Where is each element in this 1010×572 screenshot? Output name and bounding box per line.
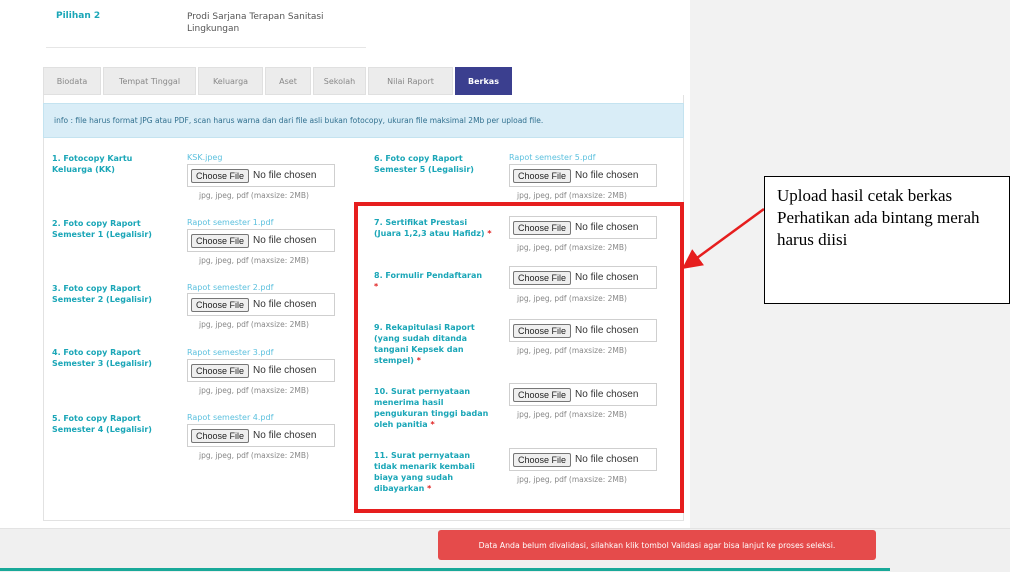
file-link-raport-5[interactable]: Rapot semester 5.pdf: [509, 153, 595, 162]
tab-tempat-tinggal[interactable]: Tempat Tinggal: [103, 67, 196, 95]
tab-sekolah[interactable]: Sekolah: [313, 67, 366, 95]
file-link-raport-1[interactable]: Rapot semester 1.pdf: [187, 218, 273, 227]
file-link-raport-3[interactable]: Rapot semester 3.pdf: [187, 348, 273, 357]
label-raport-1: 2. Foto copy Raport Semester 1 (Legalisi…: [52, 219, 152, 239]
label-raport-2: 3. Foto copy Raport Semester 2 (Legalisi…: [52, 284, 152, 304]
choice-row: Pilihan 2 Prodi Sarjana Terapan Sanitasi…: [46, 8, 366, 48]
footer-accent-line: [0, 568, 890, 571]
choice-label: Pilihan 2: [56, 11, 101, 21]
file-link-raport-4[interactable]: Rapot semester 4.pdf: [187, 413, 273, 422]
validation-toast: Data Anda belum divalidasi, silahkan kli…: [438, 530, 876, 560]
label-raport-3: 4. Foto copy Raport Semester 3 (Legalisi…: [52, 348, 152, 368]
tab-keluarga[interactable]: Keluarga: [198, 67, 263, 95]
hint-kk: jpg, jpeg, pdf (maxsize: 2MB): [199, 191, 309, 200]
hint-raport-1: jpg, jpeg, pdf (maxsize: 2MB): [199, 256, 309, 265]
info-alert: info : file harus format JPG atau PDF, s…: [43, 103, 684, 138]
file-link-raport-2[interactable]: Rapot semester 2.pdf: [187, 283, 273, 292]
choose-file-button[interactable]: Choose File: [191, 168, 250, 183]
file-input-raport-1[interactable]: Choose File No file chosen: [187, 229, 335, 252]
tab-berkas[interactable]: Berkas: [455, 67, 512, 95]
choose-file-button[interactable]: Choose File: [513, 168, 572, 183]
no-file-text: No file chosen: [253, 430, 317, 441]
callout-line-2: Perhatikan ada bintang merah harus diisi: [777, 208, 980, 249]
highlight-box: [354, 202, 684, 513]
file-input-raport-4[interactable]: Choose File No file chosen: [187, 424, 335, 447]
choose-file-button[interactable]: Choose File: [191, 297, 250, 312]
no-file-text: No file chosen: [253, 170, 317, 181]
file-input-kk[interactable]: Choose File No file chosen: [187, 164, 335, 187]
label-kk: 1. Fotocopy Kartu Keluarga (KK): [52, 154, 133, 174]
file-input-raport-3[interactable]: Choose File No file chosen: [187, 359, 335, 382]
choose-file-button[interactable]: Choose File: [191, 233, 250, 248]
callout-line-1: Upload hasil cetak berkas: [777, 186, 953, 205]
no-file-text: No file chosen: [253, 299, 317, 310]
choose-file-button[interactable]: Choose File: [191, 428, 250, 443]
choice-value: Prodi Sarjana Terapan Sanitasi Lingkunga…: [187, 12, 324, 34]
hint-raport-5: jpg, jpeg, pdf (maxsize: 2MB): [517, 191, 627, 200]
no-file-text: No file chosen: [253, 365, 317, 376]
file-input-raport-2[interactable]: Choose File No file chosen: [187, 293, 335, 316]
tab-nilai-raport[interactable]: Nilai Raport: [368, 67, 453, 95]
tab-biodata[interactable]: Biodata: [43, 67, 101, 95]
tab-aset[interactable]: Aset: [265, 67, 311, 95]
hint-raport-3: jpg, jpeg, pdf (maxsize: 2MB): [199, 386, 309, 395]
hint-raport-4: jpg, jpeg, pdf (maxsize: 2MB): [199, 451, 309, 460]
label-raport-4: 5. Foto copy Raport Semester 4 (Legalisi…: [52, 414, 152, 434]
label-raport-5: 6. Foto copy Raport Semester 5 (Legalisi…: [374, 154, 474, 174]
no-file-text: No file chosen: [575, 170, 639, 181]
no-file-text: No file chosen: [253, 235, 317, 246]
hint-raport-2: jpg, jpeg, pdf (maxsize: 2MB): [199, 320, 309, 329]
file-link-kk[interactable]: KSK.jpeg: [187, 153, 222, 162]
file-input-raport-5[interactable]: Choose File No file chosen: [509, 164, 657, 187]
callout-box: Upload hasil cetak berkas Perhatikan ada…: [764, 176, 1010, 304]
choose-file-button[interactable]: Choose File: [191, 363, 250, 378]
